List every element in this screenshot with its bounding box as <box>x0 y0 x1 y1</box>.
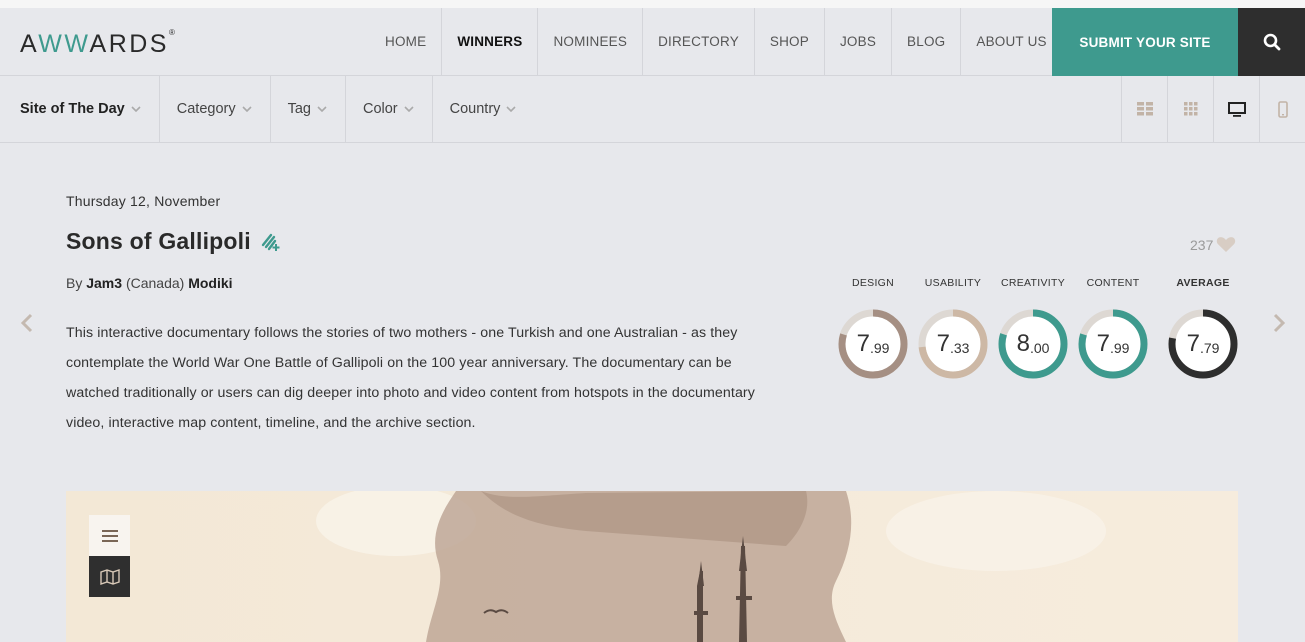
score-dec: .33 <box>949 340 970 356</box>
score-dec: .99 <box>1109 340 1130 356</box>
nav-blog[interactable]: BLOG <box>891 8 960 75</box>
score-label: CONTENT <box>1086 277 1140 289</box>
nav-directory[interactable]: DIRECTORY <box>642 8 754 75</box>
score-content: CONTENT 7.99 <box>1076 277 1150 379</box>
view-grid-small[interactable] <box>1167 76 1213 142</box>
score-dec: .00 <box>1029 340 1050 356</box>
site-header: AWWARDS® HOME WINNERS NOMINEES DIRECTORY… <box>0 8 1305 76</box>
score-design: DESIGN 7.99 <box>836 277 910 379</box>
logo-text-ards: ARDS <box>89 30 169 58</box>
next-site-arrow[interactable] <box>1270 312 1288 338</box>
logo-text-a: A <box>20 30 39 58</box>
filter-label: Site of The Day <box>20 101 125 117</box>
nav-home[interactable]: HOME <box>370 8 441 75</box>
chevron-down-icon <box>317 106 327 112</box>
menu-button[interactable] <box>89 515 130 556</box>
score-usability: USABILITY 7.33 <box>916 277 990 379</box>
chevron-down-icon <box>242 106 252 112</box>
grid-small-icon <box>1183 102 1197 116</box>
filter-country[interactable]: Country <box>433 76 535 142</box>
submit-your-site-button[interactable]: SUBMIT YOUR SITE <box>1052 8 1238 76</box>
filter-label: Color <box>362 101 398 117</box>
filter-site-of-the-day[interactable]: Site of The Day <box>0 76 160 142</box>
developer-award-icon <box>259 231 281 253</box>
site-title-row: Sons of Gallipoli <box>66 228 281 255</box>
top-strip <box>0 0 1305 8</box>
score-dec: .99 <box>869 340 890 356</box>
filter-label: Country <box>449 101 501 117</box>
filter-tag[interactable]: Tag <box>271 76 346 142</box>
nav-jobs[interactable]: JOBS <box>823 8 891 75</box>
filter-label: Tag <box>287 101 311 117</box>
view-toggles <box>1121 76 1305 142</box>
score-int: 7 <box>1186 330 1200 357</box>
author-country: (Canada) <box>125 275 185 291</box>
filter-category[interactable]: Category <box>160 76 271 142</box>
site-byline: By Jam3 (Canada) Modiki <box>66 275 233 291</box>
nav-nominees[interactable]: NOMINEES <box>537 8 642 75</box>
map-icon <box>99 568 120 585</box>
nav-winners[interactable]: WINNERS <box>441 8 537 75</box>
filter-color[interactable]: Color <box>346 76 433 142</box>
filter-label: Category <box>176 101 236 117</box>
site-title[interactable]: Sons of Gallipoli <box>66 228 251 255</box>
site-screenshot[interactable] <box>66 491 1238 642</box>
score-int: 7 <box>1096 330 1110 357</box>
score-int: 7 <box>936 330 950 357</box>
search-icon <box>1263 33 1280 51</box>
hamburger-icon <box>101 529 118 542</box>
site-date: Thursday 12, November <box>66 193 221 209</box>
score-label: USABILITY <box>924 277 982 289</box>
nav-about-us[interactable]: ABOUT US <box>960 8 1061 75</box>
main-nav: HOME WINNERS NOMINEES DIRECTORY SHOP JOB… <box>370 8 1062 75</box>
chevron-left-icon <box>20 313 33 333</box>
chevron-right-icon <box>1273 313 1286 333</box>
score-value: 7.99 <box>1078 309 1148 379</box>
score-value: 7.99 <box>838 309 908 379</box>
likes-count: 237 <box>1190 236 1214 253</box>
collaborator-link[interactable]: Modiki <box>188 275 232 291</box>
score-label: DESIGN <box>851 277 895 289</box>
score-dec: .79 <box>1199 340 1220 356</box>
view-grid-large[interactable] <box>1121 76 1167 142</box>
score-label: AVERAGE <box>1176 277 1230 289</box>
view-desktop[interactable] <box>1213 76 1259 142</box>
site-description: This interactive documentary follows the… <box>66 325 755 431</box>
search-button[interactable] <box>1238 8 1305 76</box>
desktop-icon <box>1227 101 1246 117</box>
score-value: 7.33 <box>918 309 988 379</box>
score-label: CREATIVITY <box>1000 277 1066 289</box>
chevron-down-icon <box>506 106 516 112</box>
chevron-down-icon <box>404 106 414 112</box>
awwwards-logo[interactable]: AWWARDS® <box>20 27 175 59</box>
score-value: 8.00 <box>998 309 1068 379</box>
score-int: 8 <box>1016 330 1030 357</box>
author-link[interactable]: Jam3 <box>86 275 122 291</box>
score-value: 7.79 <box>1168 309 1238 379</box>
score-average: AVERAGE 7.79 <box>1166 277 1240 379</box>
chevron-down-icon <box>131 106 141 112</box>
likes-counter[interactable]: 237 <box>1190 236 1236 253</box>
by-label: By <box>66 275 83 291</box>
view-mobile[interactable] <box>1259 76 1305 142</box>
logo-registered-mark: ® <box>168 27 175 37</box>
gallipoli-hero-image <box>66 491 1238 642</box>
logo-text-ww: WW <box>38 30 90 58</box>
score-int: 7 <box>856 330 870 357</box>
filter-bar: Site of The Day Category Tag Color Count… <box>0 76 1305 143</box>
previous-site-arrow[interactable] <box>18 312 36 338</box>
score-creativity: CREATIVITY 8.00 <box>996 277 1070 379</box>
grid-large-icon <box>1136 102 1153 116</box>
nav-shop[interactable]: SHOP <box>753 8 824 75</box>
mobile-icon <box>1277 100 1288 118</box>
heart-icon <box>1217 237 1236 252</box>
map-button[interactable] <box>89 556 130 597</box>
